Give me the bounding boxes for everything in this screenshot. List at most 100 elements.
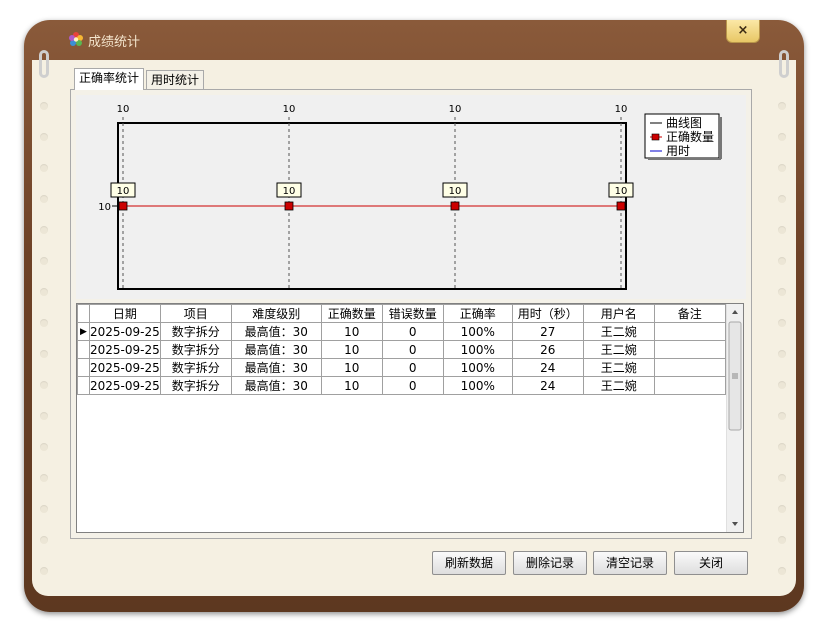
top-axis-label: 10 — [283, 104, 296, 115]
column-header-accuracy[interactable]: 正确率 — [442, 304, 513, 323]
column-header-item[interactable]: 项目 — [159, 304, 232, 323]
notebook-hole-dot — [778, 195, 786, 203]
cell-item[interactable]: 数字拆分 — [159, 322, 232, 341]
legend-swatch-marker — [651, 133, 660, 141]
notebook-hole-dot — [778, 412, 786, 420]
cell-item[interactable]: 数字拆分 — [159, 340, 232, 359]
cell-accuracy[interactable]: 100% — [442, 340, 513, 359]
cell-date[interactable]: 2025-09-25 — [89, 358, 161, 377]
cell-wrong[interactable]: 0 — [381, 322, 444, 341]
column-header-time[interactable]: 用时（秒） — [511, 304, 584, 323]
cell-date[interactable]: 2025-09-25 — [89, 376, 161, 395]
cell-correct[interactable]: 10 — [320, 322, 383, 341]
cell-correct[interactable]: 10 — [320, 358, 383, 377]
tab-accuracy-stats[interactable]: 正确率统计 — [74, 68, 145, 90]
legend-label: 正确数量 — [666, 129, 714, 144]
cell-username[interactable]: 王二婉 — [582, 322, 655, 341]
refresh-data-button[interactable]: 刷新数据 — [432, 551, 506, 575]
notebook-hole-dot — [778, 288, 786, 296]
notebook-hole-dot — [40, 164, 48, 172]
cell-username[interactable]: 王二婉 — [582, 340, 655, 359]
cell-accuracy[interactable]: 100% — [442, 358, 513, 377]
scrollbar-graphic — [728, 310, 742, 526]
cell-accuracy[interactable]: 100% — [442, 376, 513, 395]
table-row[interactable]: 2025-09-25 数字拆分 最高值：30 10 0 100% 26 王二婉 — [77, 340, 726, 359]
legend-label: 用时 — [666, 144, 690, 158]
row-indicator[interactable] — [77, 376, 90, 395]
cell-remark[interactable] — [653, 358, 726, 377]
cell-time[interactable]: 27 — [511, 322, 584, 341]
data-label: 10 — [117, 186, 130, 197]
data-label: 10 — [449, 186, 462, 197]
data-point-marker — [284, 201, 294, 211]
cell-remark[interactable] — [653, 322, 726, 341]
table-row[interactable]: 2025-09-25 数字拆分 最高值：30 10 0 100% 24 王二婉 — [77, 376, 726, 395]
grid-vertical-scrollbar[interactable] — [726, 304, 743, 532]
notebook-hole-dot — [778, 536, 786, 544]
cell-time[interactable]: 24 — [511, 376, 584, 395]
row-indicator[interactable] — [77, 358, 90, 377]
cell-time[interactable]: 24 — [511, 358, 584, 377]
column-header-date[interactable]: 日期 — [89, 304, 161, 323]
notebook-hole-dot — [778, 319, 786, 327]
notebook-hole-dot — [40, 133, 48, 141]
y-tick-label: 10 — [98, 202, 111, 213]
notebook-hole-dot — [40, 226, 48, 234]
cell-wrong[interactable]: 0 — [381, 340, 444, 359]
close-window-button[interactable]: × — [726, 20, 760, 43]
cell-difficulty[interactable]: 最高值：30 — [230, 340, 322, 359]
cell-remark[interactable] — [653, 340, 726, 359]
notebook-hole-dot — [778, 381, 786, 389]
column-header-username[interactable]: 用户名 — [582, 304, 655, 323]
cell-accuracy[interactable]: 100% — [442, 322, 513, 341]
notebook-hole-dot — [40, 350, 48, 358]
cell-difficulty[interactable]: 最高值：30 — [230, 358, 322, 377]
column-header-correct[interactable]: 正确数量 — [320, 304, 383, 323]
cell-username[interactable]: 王二婉 — [582, 358, 655, 377]
notebook-hole-dot — [778, 350, 786, 358]
flower-icon — [69, 32, 83, 46]
clear-records-button[interactable]: 清空记录 — [593, 551, 667, 575]
cell-date[interactable]: 2025-09-25 — [89, 322, 161, 341]
scroll-down-arrow-icon — [732, 522, 738, 526]
column-header-remark[interactable]: 备注 — [653, 304, 726, 323]
cell-difficulty[interactable]: 最高值：30 — [230, 376, 322, 395]
data-label: 10 — [283, 186, 296, 197]
tab-time-stats[interactable]: 用时统计 — [146, 70, 205, 89]
notebook-hole-dot — [778, 164, 786, 172]
close-button[interactable]: 关闭 — [674, 551, 748, 575]
notebook-hole-dot — [40, 319, 48, 327]
cell-time[interactable]: 26 — [511, 340, 584, 359]
notebook-hole-dot — [40, 257, 48, 265]
cell-remark[interactable] — [653, 376, 726, 395]
cell-date[interactable]: 2025-09-25 — [89, 340, 161, 359]
notebook-hole-dot — [40, 288, 48, 296]
data-point-marker — [616, 201, 626, 211]
notebook-hole-dot — [40, 381, 48, 389]
table-row[interactable]: 2025-09-25 数字拆分 最高值：30 10 0 100% 24 王二婉 — [77, 358, 726, 377]
notebook-hole-dot — [40, 412, 48, 420]
cell-correct[interactable]: 10 — [320, 340, 383, 359]
delete-record-button[interactable]: 删除记录 — [513, 551, 587, 575]
current-row-indicator[interactable]: ▶ — [77, 322, 90, 341]
notebook-hole-dot — [40, 505, 48, 513]
cell-difficulty[interactable]: 最高值：30 — [230, 322, 322, 341]
notebook-hole-dot — [40, 474, 48, 482]
row-indicator[interactable] — [77, 340, 90, 359]
table-row[interactable]: ▶ 2025-09-25 数字拆分 最高值：30 10 0 100% 27 王二婉 — [77, 322, 726, 341]
column-header-difficulty[interactable]: 难度级别 — [230, 304, 322, 323]
data-point-marker — [450, 201, 460, 211]
row-indicator-header — [77, 304, 90, 323]
cell-item[interactable]: 数字拆分 — [159, 358, 232, 377]
cell-wrong[interactable]: 0 — [381, 358, 444, 377]
records-grid[interactable]: 日期 项目 难度级别 正确数量 错误数量 正确率 用时（秒） 用户名 备注 ▶ 2… — [76, 303, 744, 533]
column-header-wrong[interactable]: 错误数量 — [381, 304, 444, 323]
notebook-hole-dot — [778, 102, 786, 110]
notebook-hole-dot — [40, 443, 48, 451]
window-title: 成绩统计 — [88, 35, 141, 50]
cell-username[interactable]: 王二婉 — [582, 376, 655, 395]
cell-wrong[interactable]: 0 — [381, 376, 444, 395]
cell-correct[interactable]: 10 — [320, 376, 383, 395]
cell-item[interactable]: 数字拆分 — [159, 376, 232, 395]
top-axis-label: 10 — [615, 104, 628, 115]
